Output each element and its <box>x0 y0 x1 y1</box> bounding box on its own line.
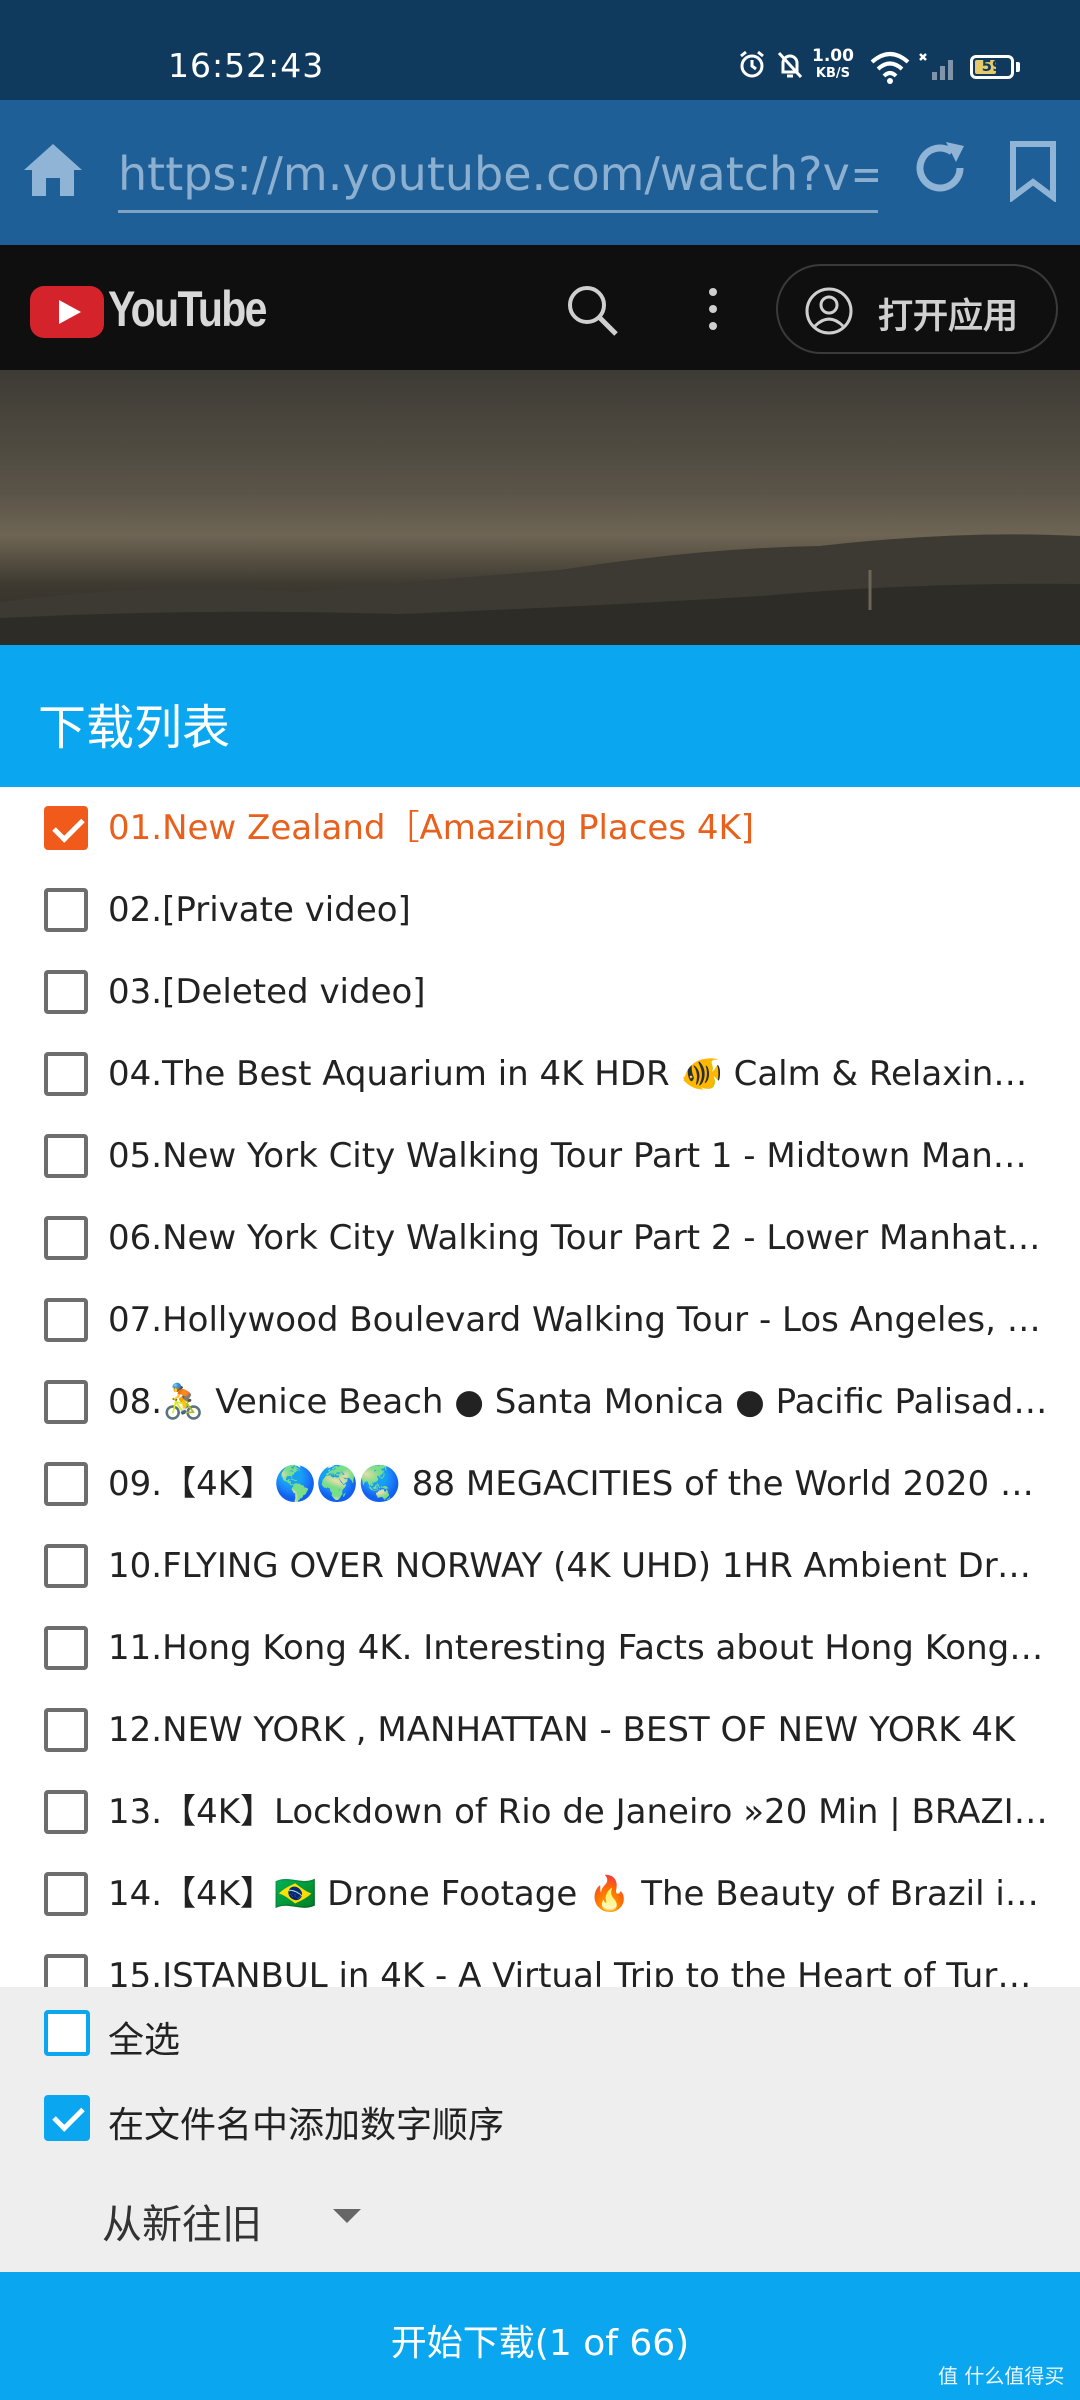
item-checkbox[interactable] <box>44 806 88 850</box>
list-item[interactable]: 08.🚴 Venice Beach ● Santa Monica ● Pacif… <box>0 1361 1080 1443</box>
item-checkbox[interactable] <box>44 1298 88 1342</box>
item-label[interactable]: 07.Hollywood Boulevard Walking Tour - Lo… <box>108 1299 1048 1341</box>
watermark: 值 什么值得买 <box>938 2364 1065 2388</box>
battery-level: 59 <box>981 57 1003 75</box>
item-checkbox[interactable] <box>44 1380 88 1424</box>
refresh-icon[interactable] <box>912 140 970 198</box>
item-checkbox[interactable] <box>44 1708 88 1752</box>
item-checkbox[interactable] <box>44 1626 88 1670</box>
item-label[interactable]: 13.【4K】Lockdown of Rio de Janeiro »20 Mi… <box>108 1791 1048 1833</box>
item-checkbox[interactable] <box>44 970 88 1014</box>
start-download-label: 开始下载(1 of 66) <box>390 2323 690 2364</box>
item-label[interactable]: 01.New Zealand［Amazing Places 4K] <box>108 807 1048 849</box>
search-icon[interactable] <box>564 282 620 338</box>
item-checkbox[interactable] <box>44 1216 88 1260</box>
youtube-logo-icon[interactable] <box>30 286 104 338</box>
more-options-icon[interactable] <box>702 284 724 334</box>
list-item[interactable]: 11.Hong Kong 4K. Interesting Facts about… <box>0 1607 1080 1689</box>
start-download-button[interactable]: 开始下载(1 of 66) <box>0 2272 1080 2400</box>
list-item[interactable]: 15.ISTANBUL in 4K - A Virtual Trip to th… <box>0 1935 1080 1987</box>
item-checkbox[interactable] <box>44 1544 88 1588</box>
list-item[interactable]: 12.NEW YORK , MANHATTAN - BEST OF NEW YO… <box>0 1689 1080 1771</box>
item-label[interactable]: 10.FLYING OVER NORWAY (4K UHD) 1HR Ambie… <box>108 1545 1048 1587</box>
item-label[interactable]: 03.[Deleted video] <box>108 971 1048 1013</box>
item-checkbox[interactable] <box>44 1872 88 1916</box>
dialog-title: 下载列表 <box>38 700 231 756</box>
select-all-checkbox[interactable] <box>44 2010 90 2056</box>
alarm-icon <box>740 50 764 78</box>
landscape-image <box>0 534 1080 645</box>
net-speed-unit: KB/S <box>815 66 851 81</box>
item-label[interactable]: 04.The Best Aquarium in 4K HDR 🐠 Calm & … <box>108 1053 1048 1095</box>
list-item[interactable]: 10.FLYING OVER NORWAY (4K UHD) 1HR Ambie… <box>0 1525 1080 1607</box>
url-field[interactable]: https://m.youtube.com/watch?v=8jyp <box>118 144 878 213</box>
item-checkbox[interactable] <box>44 1052 88 1096</box>
select-all-label[interactable]: 全选 <box>108 2011 180 2063</box>
item-label[interactable]: 06.New York City Walking Tour Part 2 - L… <box>108 1217 1048 1259</box>
item-label[interactable]: 09.【4K】🌎🌍🌏 88 MEGACITIES of the World 20… <box>108 1463 1048 1505</box>
item-label[interactable]: 14.【4K】🇧🇷 Drone Footage 🔥 The Beauty of … <box>108 1873 1048 1915</box>
list-item[interactable]: 13.【4K】Lockdown of Rio de Janeiro »20 Mi… <box>0 1771 1080 1853</box>
add-number-checkbox[interactable] <box>44 2095 90 2141</box>
item-label[interactable]: 15.ISTANBUL in 4K - A Virtual Trip to th… <box>108 1955 1048 1987</box>
item-checkbox[interactable] <box>44 1790 88 1834</box>
item-checkbox[interactable] <box>44 1462 88 1506</box>
item-label[interactable]: 08.🚴 Venice Beach ● Santa Monica ● Pacif… <box>108 1381 1048 1423</box>
status-time: 16:52:43 <box>168 46 325 85</box>
list-item[interactable]: 14.【4K】🇧🇷 Drone Footage 🔥 The Beauty of … <box>0 1853 1080 1935</box>
list-item[interactable]: 02.[Private video] <box>0 869 1080 951</box>
download-list[interactable]: 01.New Zealand［Amazing Places 4K] 02.[Pri… <box>0 787 1080 1987</box>
item-label[interactable]: 02.[Private video] <box>108 889 1048 931</box>
add-number-label[interactable]: 在文件名中添加数字顺序 <box>108 2096 504 2148</box>
open-app-label: 打开应用 <box>878 297 1019 337</box>
list-item[interactable]: 05.New York City Walking Tour Part 1 - M… <box>0 1115 1080 1197</box>
sort-order-dropdown[interactable]: 从新往旧 <box>102 2192 262 2250</box>
status-bar: 16:52:43 1.00 KB/S 59 <box>0 0 1080 100</box>
item-checkbox[interactable] <box>44 1954 88 1987</box>
item-checkbox[interactable] <box>44 888 88 932</box>
net-speed-value: 1.00 <box>812 46 854 66</box>
item-label[interactable]: 05.New York City Walking Tour Part 1 - M… <box>108 1135 1048 1177</box>
list-item[interactable]: 03.[Deleted video] <box>0 951 1080 1033</box>
item-label[interactable]: 11.Hong Kong 4K. Interesting Facts about… <box>108 1627 1048 1669</box>
list-item[interactable]: 07.Hollywood Boulevard Walking Tour - Lo… <box>0 1279 1080 1361</box>
item-checkbox[interactable] <box>44 1134 88 1178</box>
list-item[interactable]: 09.【4K】🌎🌍🌏 88 MEGACITIES of the World 20… <box>0 1443 1080 1525</box>
home-icon[interactable] <box>22 140 84 198</box>
item-label[interactable]: 12.NEW YORK , MANHATTAN - BEST OF NEW YO… <box>108 1709 1048 1751</box>
list-item[interactable]: 04.The Best Aquarium in 4K HDR 🐠 Calm & … <box>0 1033 1080 1115</box>
account-icon <box>805 287 853 335</box>
youtube-wordmark[interactable]: YouTube <box>108 280 267 338</box>
dropdown-arrow-icon[interactable] <box>333 2209 361 2223</box>
wifi-icon <box>870 52 910 84</box>
bookmark-icon[interactable] <box>1008 140 1058 202</box>
open-app-button[interactable]: 打开应用 <box>776 264 1058 354</box>
net-speed: 1.00 KB/S <box>812 48 854 82</box>
list-item[interactable]: 06.New York City Walking Tour Part 2 - L… <box>0 1197 1080 1279</box>
signal-icon <box>919 53 953 80</box>
video-player[interactable] <box>0 370 1080 645</box>
bell-muted-icon <box>777 51 803 79</box>
battery-icon: 59 <box>970 55 1014 79</box>
list-item[interactable]: 01.New Zealand［Amazing Places 4K] <box>0 787 1080 869</box>
